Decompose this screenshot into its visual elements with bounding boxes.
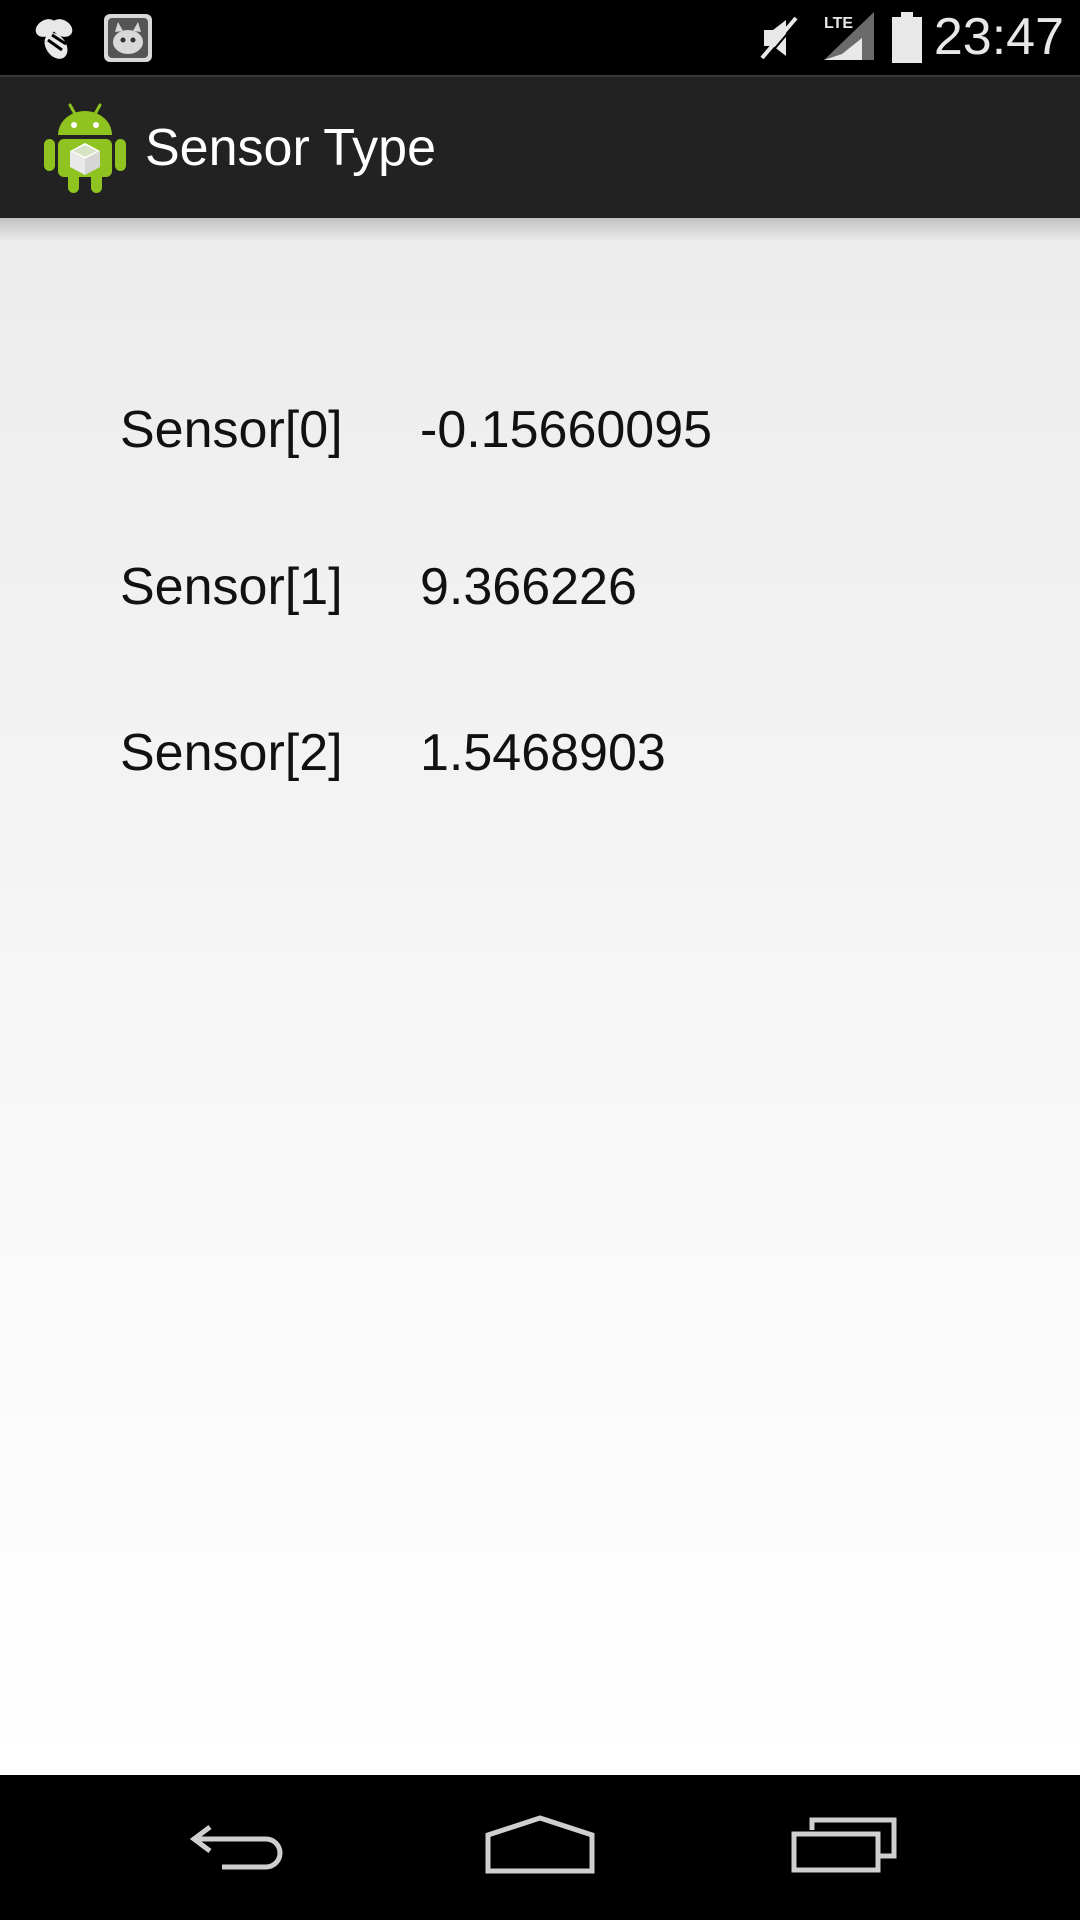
page-title: Sensor Type bbox=[145, 119, 437, 177]
recents-icon bbox=[790, 1816, 898, 1879]
battery-icon bbox=[890, 12, 924, 69]
clock: 23:47 bbox=[933, 8, 1064, 66]
back-button[interactable] bbox=[140, 1775, 340, 1920]
lte-signal-icon: LTE bbox=[822, 10, 878, 69]
screen: LTE 23:47 Sensor Type Sensor[0] -0.15660… bbox=[0, 0, 1080, 1920]
back-icon bbox=[188, 1817, 292, 1878]
sensor-value: 1.5468903 bbox=[420, 724, 666, 782]
android-app-icon[interactable] bbox=[42, 99, 128, 195]
svg-text:LTE: LTE bbox=[824, 15, 853, 32]
sensor-label: Sensor[2] bbox=[120, 724, 343, 782]
home-icon bbox=[484, 1815, 596, 1880]
sensor-row-2: Sensor[2] 1.5468903 bbox=[120, 723, 1020, 793]
mute-icon bbox=[756, 12, 806, 69]
sensor-row-0: Sensor[0] -0.15660095 bbox=[120, 400, 1020, 470]
sensor-label: Sensor[1] bbox=[120, 558, 343, 616]
sensor-list: Sensor[0] -0.15660095 Sensor[1] 9.366226… bbox=[0, 218, 1080, 1775]
action-bar-shadow bbox=[0, 218, 1080, 242]
swarm-bee-icon bbox=[26, 10, 82, 66]
sensor-value: 9.366226 bbox=[420, 558, 637, 616]
sensor-label: Sensor[0] bbox=[120, 401, 343, 459]
cat-app-icon bbox=[100, 10, 156, 66]
sensor-value: -0.15660095 bbox=[420, 401, 713, 459]
action-bar: Sensor Type bbox=[0, 75, 1080, 218]
navigation-bar bbox=[0, 1775, 1080, 1920]
recents-button[interactable] bbox=[744, 1775, 944, 1920]
sensor-row-1: Sensor[1] 9.366226 bbox=[120, 557, 1020, 627]
home-button[interactable] bbox=[440, 1775, 640, 1920]
status-bar: LTE 23:47 bbox=[0, 0, 1080, 75]
